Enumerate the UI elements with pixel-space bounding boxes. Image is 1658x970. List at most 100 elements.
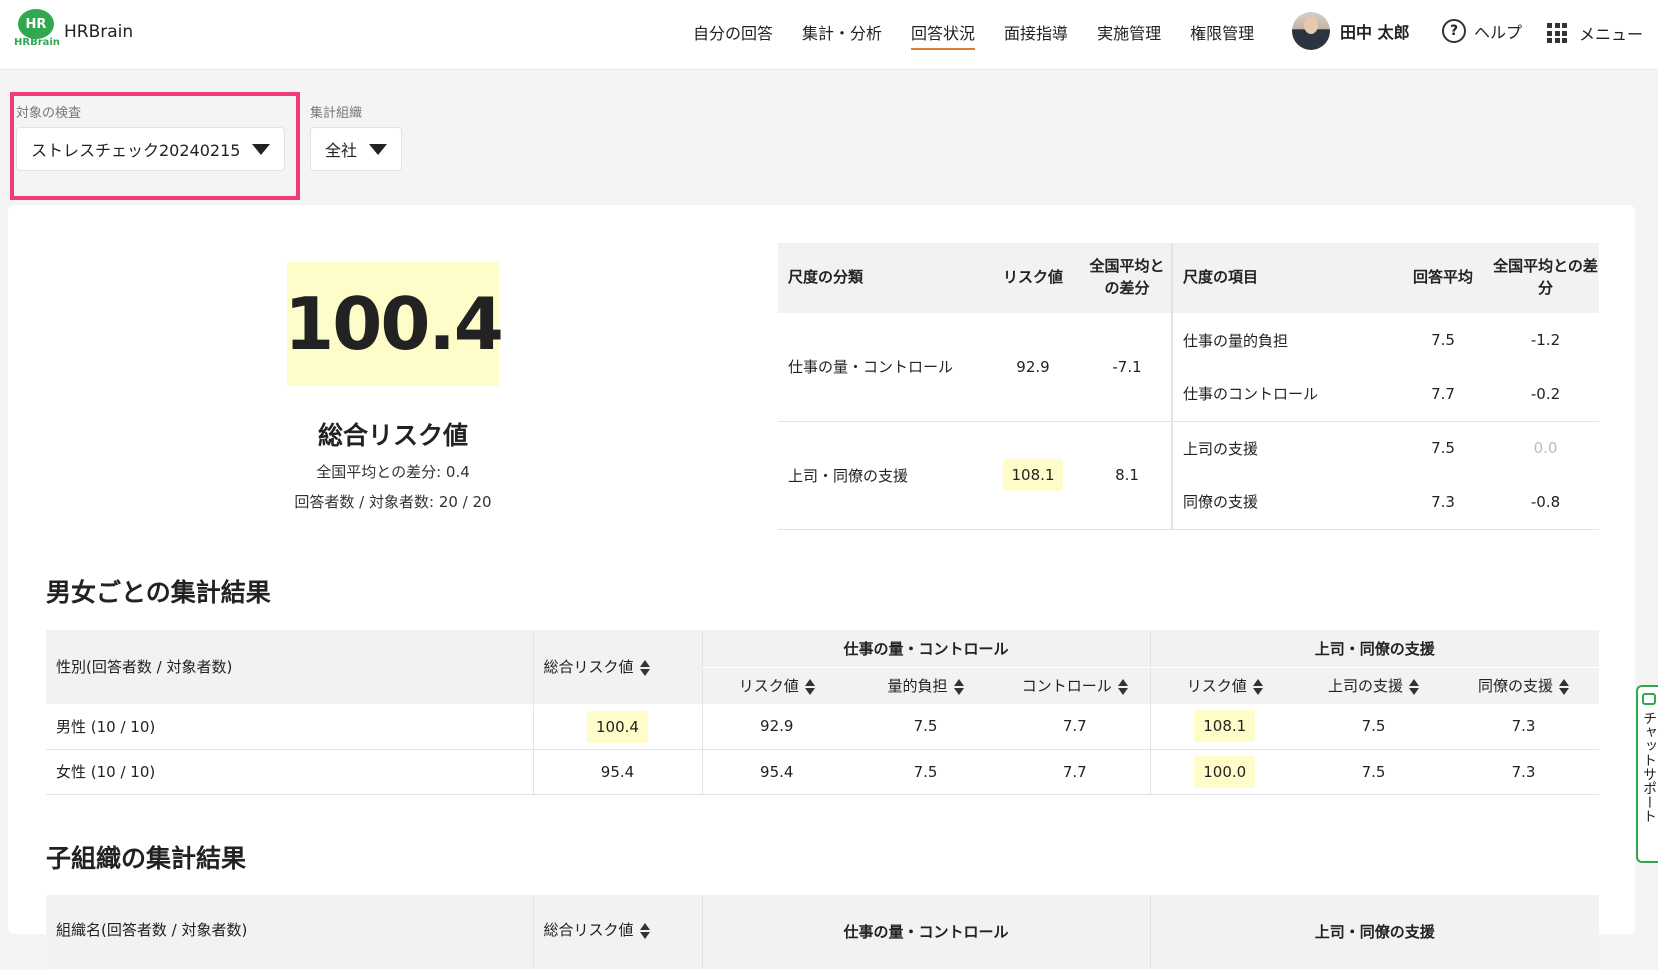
menu-button[interactable]: メニュー (1547, 21, 1643, 45)
hrbrain-logo[interactable]: HR HRBrain (14, 9, 60, 49)
cell-highlight: 108.1 (1194, 710, 1256, 743)
grid-menu-icon (1547, 23, 1567, 43)
respondent-count: 回答者数 / 対象者数: 20 / 20 (294, 493, 492, 511)
nav-analysis[interactable]: 集計・分析 (802, 20, 882, 50)
caret-down-icon (369, 143, 388, 155)
total-risk-title: 総合リスク値 (317, 421, 468, 450)
exam-filter-label: 対象の検査 (16, 106, 82, 121)
cell-highlight: 100.4 (587, 710, 648, 743)
gender-header-group1: 仕事の量・コントロール (701, 630, 1150, 668)
sort-icon[interactable] (804, 678, 815, 695)
scale-risk-cell: 108.1 (983, 421, 1083, 530)
org-table: 組織名(回答者数 / 対象者数) 総合リスク値 仕事の量・コントロール 上司・同… (46, 895, 1599, 970)
scale-item-name: 同僚の支援 (1171, 475, 1394, 530)
nav-interview[interactable]: 面接指導 (1004, 20, 1068, 50)
chat-support-tab[interactable]: チャットサポート (1636, 685, 1658, 863)
scale-item-avg: 7.5 (1431, 331, 1455, 349)
main-nav: 自分の回答 集計・分析 回答状況 面接指導 実施管理 権限管理 (693, 20, 1283, 50)
nav-implementation[interactable]: 実施管理 (1097, 20, 1161, 50)
org-section-title: 子組織の集計結果 (46, 844, 247, 873)
scale-header-item: 尺度の項目 (1171, 243, 1394, 313)
cell-total: 95.4 (532, 749, 702, 795)
cell: 7.5 (1299, 749, 1448, 795)
cell: 7.5 (1299, 704, 1448, 750)
scale-header-item-diff: 全国平均との差分 (1492, 243, 1599, 313)
sub-header-label: リスク値 (738, 677, 799, 696)
avatar (1292, 12, 1330, 50)
gender-sub-header[interactable]: 量的負担 (851, 667, 1000, 704)
scale-header-avg: 回答平均 (1394, 243, 1492, 313)
scale-header-diff: 全国平均との差分 (1083, 243, 1172, 313)
org-header-group2: 上司・同僚の支援 (1149, 895, 1599, 970)
sort-icon[interactable] (639, 659, 650, 676)
scale-item-name: 仕事の量的負担 (1171, 313, 1394, 367)
org-header-total-label: 総合リスク値 (543, 921, 634, 939)
help-icon: ? (1442, 19, 1466, 43)
logo-mark: HR (18, 9, 54, 39)
gender-sub-header[interactable]: コントロール (1000, 667, 1150, 704)
org-filter: 集計組織 全社 (310, 102, 403, 171)
cell: 7.7 (1000, 749, 1150, 795)
gender-sub-header[interactable]: 同僚の支援 (1448, 667, 1599, 704)
sub-header-label: 上司の支援 (1327, 677, 1403, 696)
brand-name: HRBrain (64, 22, 134, 42)
gender-header-label: 性別(回答者数 / 対象者数) (46, 630, 533, 705)
cell: 100.0 (1149, 749, 1299, 795)
user-menu[interactable]: 田中 太郎 (1292, 12, 1410, 50)
national-diff: 全国平均との差分: 0.4 (316, 463, 470, 481)
sort-icon[interactable] (1559, 678, 1569, 695)
row-label: 女性 (10 / 10) (46, 749, 533, 795)
scale-category: 仕事の量・コントロール (778, 313, 983, 422)
cell: 92.9 (701, 704, 851, 750)
scale-item-name: 仕事のコントロール (1171, 367, 1394, 422)
scale-table: 尺度の分類 リスク値 全国平均との差分 尺度の項目 回答平均 全国平均との差分 … (778, 243, 1599, 530)
help-label: ヘルプ (1474, 23, 1523, 42)
sub-header-label: 同僚の支援 (1477, 677, 1553, 696)
help-button[interactable]: ? ヘルプ (1442, 19, 1522, 43)
scale-diff: -7.1 (1083, 313, 1172, 422)
scale-item-name: 上司の支援 (1171, 421, 1394, 475)
org-filter-label: 集計組織 (310, 106, 363, 121)
gender-sub-header[interactable]: 上司の支援 (1299, 667, 1448, 704)
scale-risk-highlight: 108.1 (1002, 459, 1064, 491)
sub-header-label: コントロール (1021, 677, 1112, 696)
gender-header-total[interactable]: 総合リスク値 (532, 630, 702, 705)
filter-area: 対象の検査 ストレスチェック20240215 集計組織 全社 (0, 70, 1658, 200)
sort-icon[interactable] (953, 678, 964, 695)
sort-icon[interactable] (1252, 678, 1263, 695)
gender-header-group2: 上司・同僚の支援 (1149, 630, 1599, 668)
scale-header-risk: リスク値 (983, 243, 1083, 313)
sort-icon[interactable] (639, 922, 650, 939)
org-header-total[interactable]: 総合リスク値 (532, 895, 702, 970)
exam-select[interactable]: ストレスチェック20240215 (16, 127, 286, 171)
nav-permissions[interactable]: 権限管理 (1190, 20, 1254, 50)
sort-icon[interactable] (1409, 678, 1419, 695)
gender-header-total-label: 総合リスク値 (543, 658, 634, 677)
org-header-label: 組織名(回答者数 / 対象者数) (46, 895, 533, 970)
scale-risk: 92.9 (983, 313, 1083, 422)
gender-sub-header[interactable]: リスク値 (1149, 667, 1299, 704)
scale-item-diff: 0.0 (1533, 439, 1558, 458)
nav-my-answers[interactable]: 自分の回答 (693, 20, 773, 50)
gender-section-title: 男女ごとの集計結果 (46, 578, 271, 607)
scale-item-diff: -0.2 (1492, 367, 1599, 422)
caret-down-icon (252, 143, 271, 155)
scale-category: 上司・同僚の支援 (778, 421, 983, 530)
org-select[interactable]: 全社 (310, 127, 403, 171)
main-card: 100.4 総合リスク値 全国平均との差分: 0.4 回答者数 / 対象者数: … (8, 205, 1635, 970)
scale-item-diff: -0.8 (1492, 475, 1599, 530)
cell-highlight: 100.0 (1194, 755, 1256, 788)
sub-header-label: リスク値 (1186, 677, 1247, 696)
sub-header-label: 量的負担 (887, 677, 948, 696)
cell: 7.5 (851, 749, 1000, 795)
nav-response-status[interactable]: 回答状況 (911, 20, 976, 50)
logo-subtext: HRBrain (14, 37, 60, 48)
chat-icon (1642, 693, 1656, 705)
scale-diff: 8.1 (1083, 421, 1172, 530)
scale-header-category: 尺度の分類 (778, 243, 983, 313)
table-row: 女性 (10 / 10) 95.4 95.4 7.5 7.7 100.0 7.5… (46, 749, 1599, 795)
gender-sub-header[interactable]: リスク値 (701, 667, 851, 704)
sort-icon[interactable] (1117, 678, 1128, 695)
cell: 7.5 (851, 704, 1000, 750)
table-row: 男性 (10 / 10) 100.4 92.9 7.5 7.7 108.1 7.… (46, 704, 1599, 750)
